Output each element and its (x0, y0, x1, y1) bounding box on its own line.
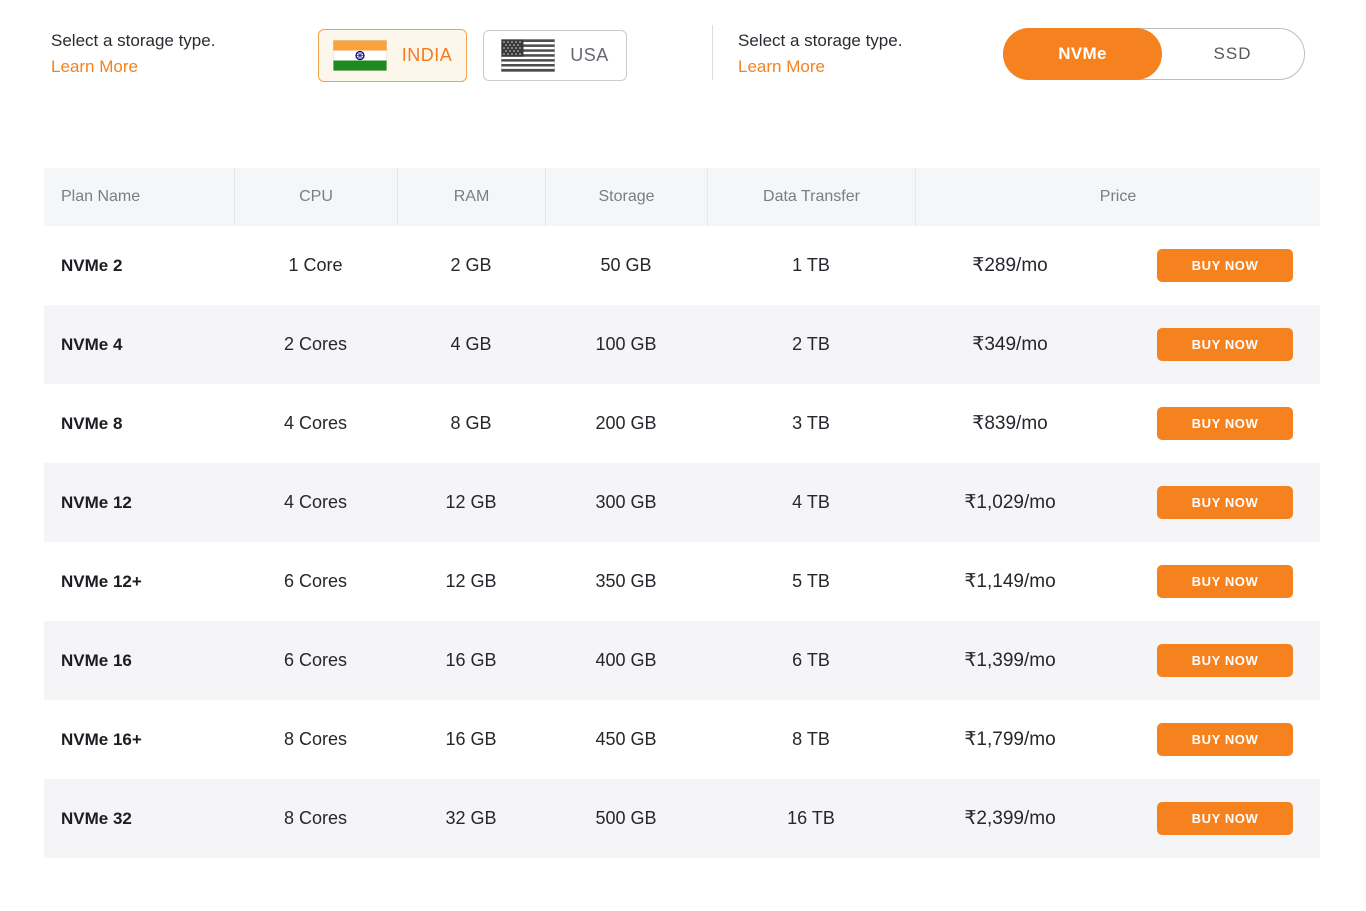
table-row: NVMe 12+ 6 Cores 12 GB 350 GB 5 TB ₹1,14… (44, 542, 1320, 621)
price-value: ₹1,799/mo (915, 728, 1105, 751)
price-cell: ₹1,799/mo BUY NOW (915, 723, 1320, 756)
storage-type-toggle: NVMe SSD (1003, 28, 1305, 80)
data-transfer-cell: 1 TB (707, 255, 915, 276)
table-row: NVMe 2 1 Core 2 GB 50 GB 1 TB ₹289/mo BU… (44, 226, 1320, 305)
storage-cell: 450 GB (545, 729, 707, 750)
cpu-cell: 4 Cores (234, 413, 397, 434)
data-transfer-cell: 4 TB (707, 492, 915, 513)
left-intro-title: Select a storage type. (51, 31, 215, 51)
price-value: ₹2,399/mo (915, 807, 1105, 830)
buy-now-button[interactable]: BUY NOW (1157, 407, 1293, 440)
buy-now-button[interactable]: BUY NOW (1157, 723, 1293, 756)
price-value: ₹1,149/mo (915, 570, 1105, 593)
buy-now-button[interactable]: BUY NOW (1157, 644, 1293, 677)
data-transfer-cell: 16 TB (707, 808, 915, 829)
table-header-row: Plan Name CPU RAM Storage Data Transfer … (44, 168, 1320, 226)
cpu-cell: 8 Cores (234, 808, 397, 829)
plan-name-cell: NVMe 16+ (44, 730, 234, 750)
storage-cell: 400 GB (545, 650, 707, 671)
table-row: NVMe 16+ 8 Cores 16 GB 450 GB 8 TB ₹1,79… (44, 700, 1320, 779)
ram-cell: 16 GB (397, 729, 545, 750)
header-data-transfer: Data Transfer (707, 168, 915, 226)
price-value: ₹1,399/mo (915, 649, 1105, 672)
storage-cell: 500 GB (545, 808, 707, 829)
data-transfer-cell: 3 TB (707, 413, 915, 434)
right-intro-title: Select a storage type. (738, 31, 902, 51)
price-value: ₹1,029/mo (915, 491, 1105, 514)
cpu-cell: 8 Cores (234, 729, 397, 750)
storage-cell: 50 GB (545, 255, 707, 276)
ram-cell: 12 GB (397, 492, 545, 513)
usa-button-label: USA (570, 45, 609, 66)
price-cell: ₹839/mo BUY NOW (915, 407, 1320, 440)
table-body: NVMe 2 1 Core 2 GB 50 GB 1 TB ₹289/mo BU… (44, 226, 1320, 858)
india-button-label: INDIA (402, 45, 453, 66)
buy-now-button[interactable]: BUY NOW (1157, 802, 1293, 835)
plan-name-cell: NVMe 2 (44, 256, 234, 276)
data-transfer-cell: 8 TB (707, 729, 915, 750)
price-cell: ₹1,399/mo BUY NOW (915, 644, 1320, 677)
cpu-cell: 1 Core (234, 255, 397, 276)
toggle-option-nvme[interactable]: NVMe (1003, 28, 1162, 80)
price-cell: ₹2,399/mo BUY NOW (915, 802, 1320, 835)
header-storage: Storage (545, 168, 707, 226)
region-button-india[interactable]: INDIA (318, 29, 467, 82)
buy-now-button[interactable]: BUY NOW (1157, 486, 1293, 519)
table-row: NVMe 32 8 Cores 32 GB 500 GB 16 TB ₹2,39… (44, 779, 1320, 858)
header-plan-name: Plan Name (44, 168, 234, 226)
plan-name-cell: NVMe 16 (44, 651, 234, 671)
toggle-option-ssd[interactable]: SSD (1161, 29, 1304, 79)
right-intro: Select a storage type. Learn More (738, 31, 902, 77)
cpu-cell: 6 Cores (234, 650, 397, 671)
cpu-cell: 6 Cores (234, 571, 397, 592)
cpu-cell: 4 Cores (234, 492, 397, 513)
ram-cell: 2 GB (397, 255, 545, 276)
data-transfer-cell: 6 TB (707, 650, 915, 671)
pricing-section: Select a storage type. Learn More INDIA (0, 0, 1366, 911)
price-cell: ₹1,029/mo BUY NOW (915, 486, 1320, 519)
buy-now-button[interactable]: BUY NOW (1157, 249, 1293, 282)
storage-cell: 200 GB (545, 413, 707, 434)
table-row: NVMe 16 6 Cores 16 GB 400 GB 6 TB ₹1,399… (44, 621, 1320, 700)
ram-cell: 4 GB (397, 334, 545, 355)
table-row: NVMe 4 2 Cores 4 GB 100 GB 2 TB ₹349/mo … (44, 305, 1320, 384)
ram-cell: 12 GB (397, 571, 545, 592)
cpu-cell: 2 Cores (234, 334, 397, 355)
region-button-usa[interactable]: USA (483, 30, 627, 81)
left-learn-more-link[interactable]: Learn More (51, 57, 215, 77)
price-cell: ₹1,149/mo BUY NOW (915, 565, 1320, 598)
plan-name-cell: NVMe 8 (44, 414, 234, 434)
data-transfer-cell: 5 TB (707, 571, 915, 592)
table-row: NVMe 8 4 Cores 8 GB 200 GB 3 TB ₹839/mo … (44, 384, 1320, 463)
storage-cell: 300 GB (545, 492, 707, 513)
ram-cell: 16 GB (397, 650, 545, 671)
data-transfer-cell: 2 TB (707, 334, 915, 355)
price-value: ₹289/mo (915, 254, 1105, 277)
header-ram: RAM (397, 168, 545, 226)
section-divider (712, 25, 713, 80)
storage-cell: 100 GB (545, 334, 707, 355)
plan-name-cell: NVMe 12+ (44, 572, 234, 592)
price-cell: ₹349/mo BUY NOW (915, 328, 1320, 361)
ram-cell: 8 GB (397, 413, 545, 434)
buy-now-button[interactable]: BUY NOW (1157, 328, 1293, 361)
right-learn-more-link[interactable]: Learn More (738, 57, 902, 77)
table-row: NVMe 12 4 Cores 12 GB 300 GB 4 TB ₹1,029… (44, 463, 1320, 542)
plan-name-cell: NVMe 12 (44, 493, 234, 513)
ram-cell: 32 GB (397, 808, 545, 829)
header-cpu: CPU (234, 168, 397, 226)
header-price: Price (915, 168, 1320, 226)
price-cell: ₹289/mo BUY NOW (915, 249, 1320, 282)
left-intro: Select a storage type. Learn More (51, 31, 215, 77)
price-value: ₹349/mo (915, 333, 1105, 356)
plans-table: Plan Name CPU RAM Storage Data Transfer … (44, 168, 1320, 858)
buy-now-button[interactable]: BUY NOW (1157, 565, 1293, 598)
plan-name-cell: NVMe 32 (44, 809, 234, 829)
price-value: ₹839/mo (915, 412, 1105, 435)
plan-name-cell: NVMe 4 (44, 335, 234, 355)
storage-cell: 350 GB (545, 571, 707, 592)
india-flag-icon (333, 40, 387, 71)
usa-flag-icon (501, 39, 555, 72)
